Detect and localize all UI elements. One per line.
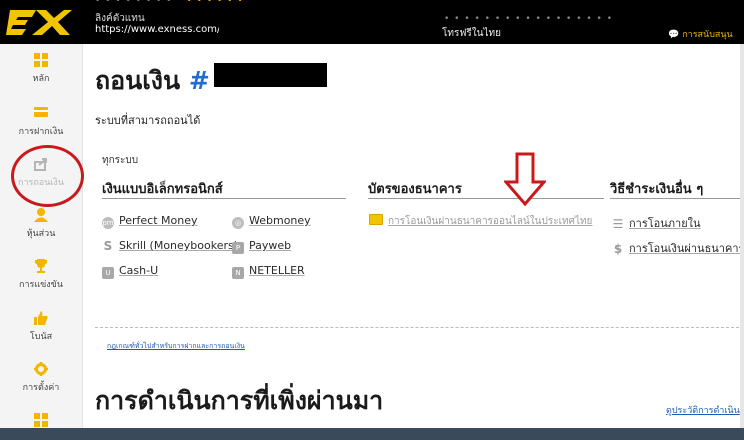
- sidebar-item-label: หลัก: [32, 74, 50, 84]
- perfect-money-icon: pm: [102, 217, 114, 229]
- webmoney-icon: ◎: [232, 217, 244, 229]
- sidebar-item-main[interactable]: หลัก: [0, 53, 82, 85]
- sidebar: หลัก การฝากเงิน การถอนเงิน หุ้นส่วน การแ…: [0, 44, 83, 430]
- section-divider: [95, 327, 744, 328]
- payweb-link[interactable]: P Payweb: [232, 239, 291, 254]
- redacted-account-number: [214, 63, 327, 87]
- sidebar-item-partners[interactable]: หุ้นส่วน: [0, 208, 82, 240]
- list-icon: ☰: [612, 217, 624, 231]
- payweb-icon: P: [232, 242, 244, 254]
- agent-link-url[interactable]: https://www.exness.com/a: [95, 24, 219, 35]
- annotation-circle: [11, 145, 84, 207]
- header-account-info: • • • • • • • • • • • • • •: [95, 0, 244, 6]
- internal-transfer-link[interactable]: ☰ การโอนภายใน: [612, 214, 701, 232]
- ewallet-heading: เงินแบบอิเล็กทรอนิกส์: [102, 182, 223, 197]
- webmoney-link[interactable]: ◎ Webmoney: [232, 214, 311, 229]
- bank-wire-transfer-link[interactable]: $ การโอนเงินผ่านธนาคาร: [612, 239, 744, 257]
- sidebar-item-label: การตั้งค่า: [22, 383, 60, 393]
- gear-icon: [34, 362, 48, 376]
- scrollbar[interactable]: [740, 44, 744, 428]
- neteller-icon: N: [232, 267, 244, 279]
- annotation-arrow: [504, 152, 546, 206]
- bank-card-heading: บัตรของธนาคาร: [368, 182, 462, 197]
- divider: [610, 198, 740, 199]
- neteller-link[interactable]: N NETELLER: [232, 264, 305, 279]
- sidebar-item-label: การแข่งขัน: [19, 280, 63, 290]
- view-history-link[interactable]: ดูประวัติการดำเนิน: [666, 403, 744, 417]
- phone-number-dots: • • • • • • • • • • • • • • • • •: [444, 14, 614, 24]
- recent-operations-title: การดำเนินการที่เพิ่งผ่านมา: [95, 386, 384, 415]
- sidebar-item-label: หุ้นส่วน: [26, 229, 56, 239]
- divider: [368, 198, 604, 199]
- grid-icon: [34, 413, 48, 427]
- cash-u-icon: U: [102, 267, 114, 279]
- chat-icon: 💬: [668, 30, 680, 40]
- exness-logo[interactable]: [6, 4, 72, 40]
- available-systems-label: ระบบที่สามารถถอนได้: [95, 114, 201, 127]
- skrill-link[interactable]: S Skrill (Moneybookers): [102, 239, 238, 252]
- sidebar-item-deposit[interactable]: การฝากเงิน: [0, 106, 82, 138]
- sidebar-item-more[interactable]: [0, 413, 82, 427]
- sidebar-item-label: การฝากเงิน: [18, 127, 64, 137]
- other-methods-heading: วิธีชำระเงินอื่น ๆ: [610, 182, 704, 197]
- trophy-icon: [34, 259, 48, 273]
- thai-online-bank-transfer-link[interactable]: การโอนเงินผ่านธนาคารออนไลน์ในประเทศไทย: [369, 214, 592, 229]
- dollar-icon: $: [613, 242, 623, 256]
- skrill-icon: S: [103, 239, 113, 253]
- thumbs-up-icon: [34, 311, 48, 325]
- top-header: • • • • • • • • • • • • • • ลิงค์ตัวแทน h…: [0, 0, 744, 44]
- sidebar-item-settings[interactable]: การตั้งค่า: [0, 362, 82, 394]
- page-title: ถอนเงิน #: [95, 66, 210, 95]
- all-systems-filter[interactable]: ทุกระบบ: [102, 153, 138, 168]
- bottom-bar: [0, 428, 744, 440]
- sidebar-item-bonus[interactable]: โบนัส: [0, 311, 82, 343]
- sidebar-item-contests[interactable]: การแข่งขัน: [0, 259, 82, 291]
- card-icon: [34, 106, 48, 120]
- card-icon: [369, 214, 383, 225]
- grid-icon: [34, 53, 48, 67]
- support-link[interactable]: 💬 การสนับสนุน: [668, 27, 733, 41]
- perfect-money-link[interactable]: pm Perfect Money: [102, 214, 198, 229]
- general-rules-link[interactable]: กฎเกณฑ์ทั่วไปสำหรับการฝากและการถอนเงิน: [107, 341, 245, 352]
- divider: [102, 198, 346, 199]
- free-call-label: โทรฟรีในไทย: [442, 28, 501, 39]
- sidebar-item-label: โบนัส: [29, 332, 53, 342]
- person-icon: [34, 208, 48, 222]
- cash-u-link[interactable]: U Cash-U: [102, 264, 158, 279]
